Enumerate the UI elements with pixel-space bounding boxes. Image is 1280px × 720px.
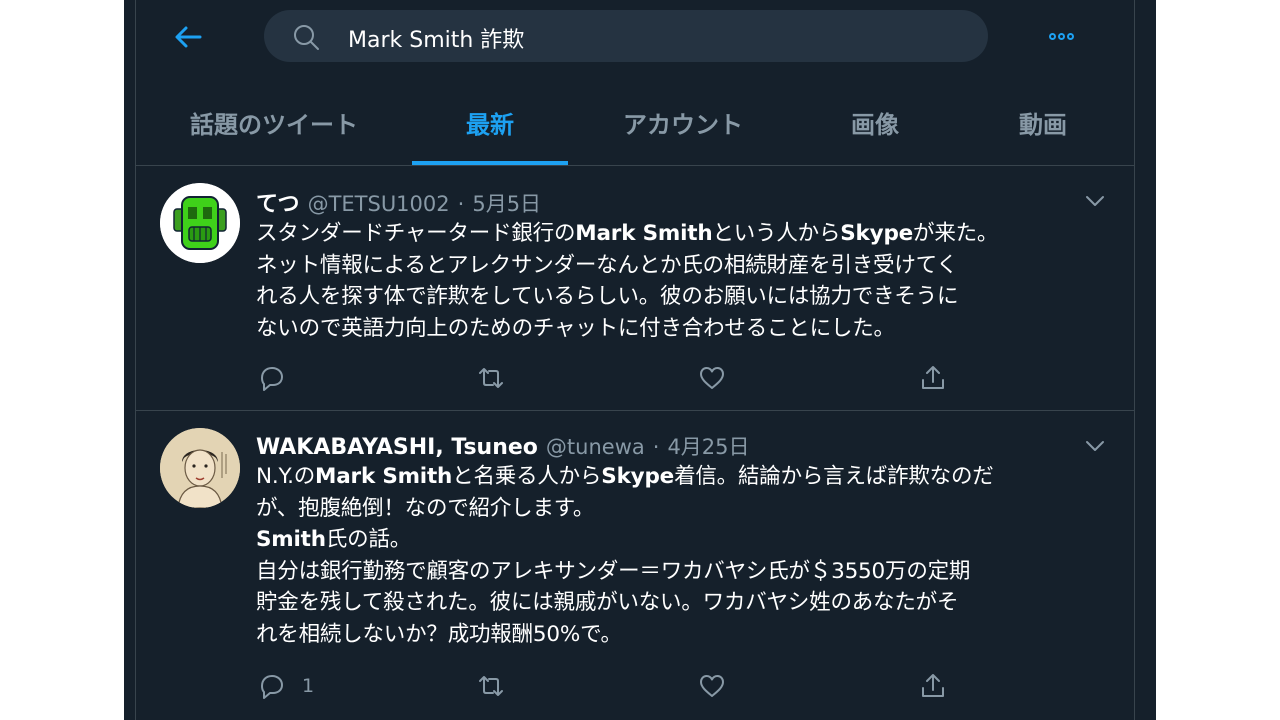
active-tab-indicator [412, 161, 568, 165]
tab-top[interactable]: 話題のツイート [136, 80, 412, 165]
text-span: 氏の話。 [325, 527, 412, 552]
reply-count: 1 [302, 675, 315, 697]
tweet-line: れる人を探す体で詐欺をしているらしい。彼のお願いには協力できそうに [256, 284, 959, 309]
display-name[interactable]: WAKABAYASHI, Tsuneo [256, 435, 538, 460]
tab-label: 最新 [466, 111, 514, 139]
tab-label: 話題のツイート [190, 111, 358, 139]
main-column: Mark Smith 詐欺 話題のツイート 最新 アカウント 画像 動画 てつ … [135, 0, 1135, 720]
tab-label: アカウント [623, 111, 743, 139]
tab-label: 画像 [851, 111, 899, 139]
highlight-span: Smith [256, 527, 326, 552]
tweet-text: スタンダードチャータード銀行のMark Smithという人からSkypeが来た。… [256, 218, 1086, 344]
tweet-header: てつ @TETSU1002 · 5月5日 [256, 186, 541, 218]
retweet-icon[interactable] [476, 363, 506, 393]
tweet-date[interactable]: 4月25日 [667, 431, 749, 461]
more-icon-dot [1066, 32, 1074, 40]
avatar[interactable] [160, 183, 240, 263]
tweet-line: れを相続しないか？成功報酬50%で。 [256, 621, 622, 647]
reply-icon[interactable] [256, 671, 286, 701]
tweet-2[interactable]: WAKABAYASHI, Tsuneo @tunewa · 4月25日 N.Y.… [136, 411, 1134, 720]
separator-dot: · [457, 192, 465, 216]
highlight-span: Skype [601, 464, 675, 489]
robot-avatar-icon [160, 183, 240, 263]
tweet-line: 貯金を残して殺された。彼には親戚がいない。ワカバヤシ姓のあなたがそ [256, 590, 959, 615]
twitter-app: Mark Smith 詐欺 話題のツイート 最新 アカウント 画像 動画 てつ … [124, 0, 1156, 720]
arrow-left-icon [175, 26, 202, 48]
tweet-header: WAKABAYASHI, Tsuneo @tunewa · 4月25日 [256, 431, 750, 461]
search-bar[interactable]: Mark Smith 詐欺 [264, 10, 988, 62]
search-icon [294, 25, 319, 50]
chevron-down-icon[interactable] [1082, 188, 1108, 214]
tweet-1[interactable]: てつ @TETSU1002 · 5月5日 スタンダードチャータード銀行のMark… [136, 166, 1134, 411]
text-span: N.Y.の [256, 464, 316, 489]
text-span: 着信。結論から言えば詐欺なのだ [674, 464, 994, 489]
tweet-line: スタンダードチャータード銀行のMark Smithという人からSkypeが来た。 [256, 218, 1086, 250]
more-icon [1048, 32, 1056, 40]
highlight-span: Skype [840, 221, 914, 246]
highlight-span: Mark Smith [575, 221, 713, 246]
tweet-text: N.Y.のMark Smithと名乗る人からSkype着信。結論から言えば詐欺な… [256, 461, 1086, 650]
more-icon-dot [1057, 32, 1065, 40]
user-handle[interactable]: @TETSU1002 [308, 192, 450, 216]
display-name[interactable]: てつ [256, 186, 300, 218]
share-icon[interactable] [918, 363, 948, 393]
search-input[interactable]: Mark Smith 詐欺 [348, 22, 524, 54]
separator-dot: · [652, 435, 660, 459]
highlight-span: Mark Smith [315, 464, 453, 489]
tweet-line: が、抱腹絶倒！なので紹介します。 [256, 495, 595, 521]
chevron-down-icon[interactable] [1082, 433, 1108, 459]
tweet-line: 自分は銀行勤務で顧客のアレキサンダー＝ワカバヤシ氏が＄3550万の定期 [256, 558, 971, 584]
tweet-line: ネット情報によるとアレクサンダーなんとか氏の相続財産を引き受けてく [256, 252, 958, 278]
tweet-line: ないので英語力向上のためのチャットに付き合わせることにした。 [256, 315, 895, 341]
heart-icon[interactable] [697, 671, 727, 701]
search-tabs: 話題のツイート 最新 アカウント 画像 動画 [136, 80, 1134, 166]
back-button[interactable] [171, 20, 205, 54]
share-icon[interactable] [918, 671, 948, 701]
avatar[interactable] [160, 428, 240, 508]
text-span: という人から [712, 221, 841, 246]
tweet-line: Smith氏の話。 [256, 524, 1086, 556]
retweet-icon[interactable] [476, 671, 506, 701]
tab-latest[interactable]: 最新 [412, 80, 568, 165]
text-span: と名乗る人から [452, 464, 602, 489]
heart-icon[interactable] [697, 363, 727, 393]
tab-accounts[interactable]: アカウント [568, 80, 798, 165]
text-span: スタンダードチャータード銀行の [256, 221, 576, 246]
tab-videos[interactable]: 動画 [952, 80, 1134, 165]
user-handle[interactable]: @tunewa [546, 435, 645, 459]
tweet-line: N.Y.のMark Smithと名乗る人からSkype着信。結論から言えば詐欺な… [256, 461, 1086, 493]
more-options-button[interactable] [1041, 18, 1081, 54]
text-span: が来た。 [913, 221, 999, 246]
reply-icon[interactable] [256, 363, 286, 393]
tab-photos[interactable]: 画像 [798, 80, 952, 165]
tab-label: 動画 [1019, 111, 1067, 139]
portrait-avatar-icon [160, 428, 240, 508]
tweet-date[interactable]: 5月5日 [472, 188, 541, 218]
